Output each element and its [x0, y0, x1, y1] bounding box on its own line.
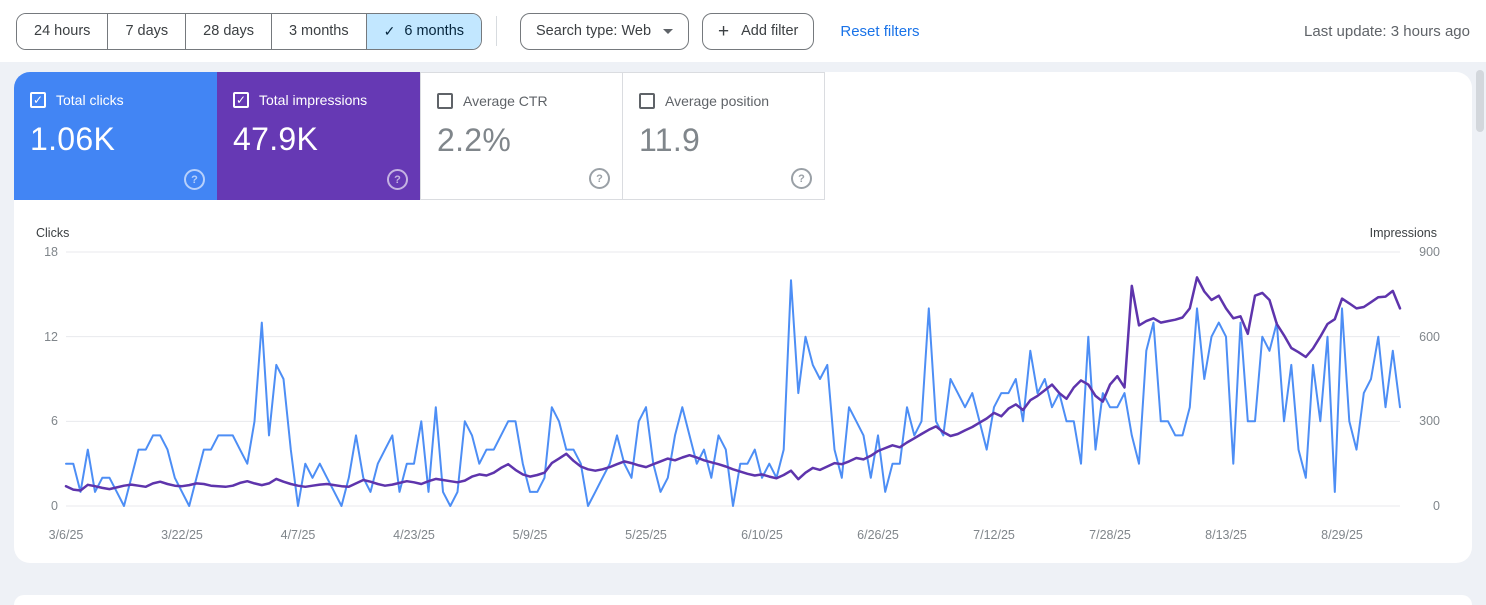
- tile-header: Average position: [639, 93, 808, 109]
- y-axis-tick-label: 0: [51, 499, 58, 513]
- y-axis-tick-label: 18: [44, 245, 58, 259]
- date-range-group: 24 hours 7 days 28 days 3 months ✓ 6 mon…: [16, 12, 483, 50]
- tile-header: ✓ Total impressions: [233, 92, 404, 108]
- x-axis-tick-label: 5/9/25: [512, 528, 548, 542]
- metric-tiles: ✓ Total clicks 1.06K ? ✓ Total impressio…: [14, 72, 1472, 200]
- x-axis-tick-label: 8/13/25: [1205, 528, 1247, 542]
- performance-chart: Clicks Impressions 0 6 12 18 0 300 600 900 3/6…: [14, 218, 1472, 553]
- x-axis-tick-label: 6/10/25: [741, 528, 783, 542]
- x-axis-tick-label: 7/12/25: [973, 528, 1015, 542]
- plot-area[interactable]: [64, 251, 1402, 507]
- checkbox-checked-icon[interactable]: ✓: [30, 92, 46, 108]
- x-axis-tick-label: 5/25/25: [625, 528, 667, 542]
- tile-header: ✓ Total clicks: [30, 92, 201, 108]
- y-axis-tick-label: 6: [51, 414, 58, 429]
- last-update-text: Last update: 3 hours ago: [1304, 22, 1470, 40]
- checkbox-checked-icon[interactable]: ✓: [233, 92, 249, 108]
- add-filter-label: Add filter: [741, 23, 799, 39]
- tile-label: Total clicks: [56, 92, 124, 108]
- check-icon: ✓: [383, 22, 396, 39]
- plus-icon: +: [718, 20, 730, 42]
- x-axis-tick-label: 7/28/25: [1089, 528, 1131, 542]
- add-filter-button[interactable]: + Add filter: [702, 12, 815, 50]
- reset-filters-link[interactable]: Reset filters: [840, 23, 919, 40]
- scrollbar-thumb[interactable]: [1476, 70, 1484, 132]
- right-axis-title: Impressions: [1369, 226, 1437, 240]
- tile-label: Total impressions: [259, 92, 368, 108]
- checkbox-unchecked-icon[interactable]: [437, 93, 453, 109]
- tile-value: 47.9K: [233, 121, 319, 157]
- date-range-label: 6 months: [404, 23, 465, 39]
- date-range-28-days[interactable]: 28 days: [185, 13, 271, 49]
- date-range-3-months[interactable]: 3 months: [270, 13, 366, 49]
- x-axis-tick-label: 4/23/25: [393, 528, 435, 542]
- tile-value: 1.06K: [30, 121, 116, 157]
- left-axis-title: Clicks: [36, 226, 70, 240]
- tile-header: Average CTR: [437, 93, 606, 109]
- help-icon[interactable]: ?: [184, 169, 205, 190]
- date-range-label: 28 days: [203, 23, 254, 39]
- tile-total-clicks[interactable]: ✓ Total clicks 1.06K ?: [14, 72, 217, 200]
- y-axis-tick-label: 900: [1419, 245, 1440, 259]
- x-axis-tick-label: 6/26/25: [857, 528, 899, 542]
- search-type-label: Search type: Web: [536, 23, 652, 39]
- x-axis-tick-label: 3/6/25: [48, 528, 84, 542]
- date-range-label: 24 hours: [34, 23, 91, 39]
- next-section-card: [14, 595, 1472, 605]
- toolbar-divider: [496, 16, 498, 46]
- x-axis-tick-label: 8/29/25: [1321, 528, 1363, 542]
- x-axis-tick-label: 4/7/25: [280, 528, 316, 542]
- help-icon[interactable]: ?: [589, 168, 610, 189]
- tile-value: 2.2%: [437, 122, 512, 158]
- date-range-label: 3 months: [288, 23, 349, 39]
- tile-average-position[interactable]: Average position 11.9 ?: [622, 72, 825, 200]
- chevron-down-icon: [663, 28, 674, 34]
- y-axis-tick-label: 0: [1433, 499, 1440, 513]
- tile-value: 11.9: [639, 122, 701, 158]
- y-axis-tick-label: 300: [1419, 414, 1440, 429]
- filter-toolbar: 24 hours 7 days 28 days 3 months ✓ 6 mon…: [0, 0, 1486, 62]
- help-icon[interactable]: ?: [387, 169, 408, 190]
- performance-card: ✓ Total clicks 1.06K ? ✓ Total impressio…: [14, 72, 1472, 563]
- tile-label: Average CTR: [463, 93, 548, 109]
- y-axis-tick-label: 600: [1419, 329, 1440, 344]
- date-range-7-days[interactable]: 7 days: [107, 13, 186, 49]
- date-range-24-hours[interactable]: 24 hours: [17, 13, 108, 49]
- checkbox-unchecked-icon[interactable]: [639, 93, 655, 109]
- date-range-label: 7 days: [125, 23, 169, 39]
- y-axis-tick-label: 12: [44, 329, 58, 344]
- date-range-6-months[interactable]: ✓ 6 months: [365, 13, 482, 49]
- tile-average-ctr[interactable]: Average CTR 2.2% ?: [420, 72, 623, 200]
- tile-label: Average position: [665, 93, 770, 109]
- tile-total-impressions[interactable]: ✓ Total impressions 47.9K ?: [217, 72, 420, 200]
- search-type-dropdown[interactable]: Search type: Web: [520, 12, 690, 50]
- x-axis-tick-label: 3/22/25: [161, 528, 203, 542]
- help-icon[interactable]: ?: [791, 168, 812, 189]
